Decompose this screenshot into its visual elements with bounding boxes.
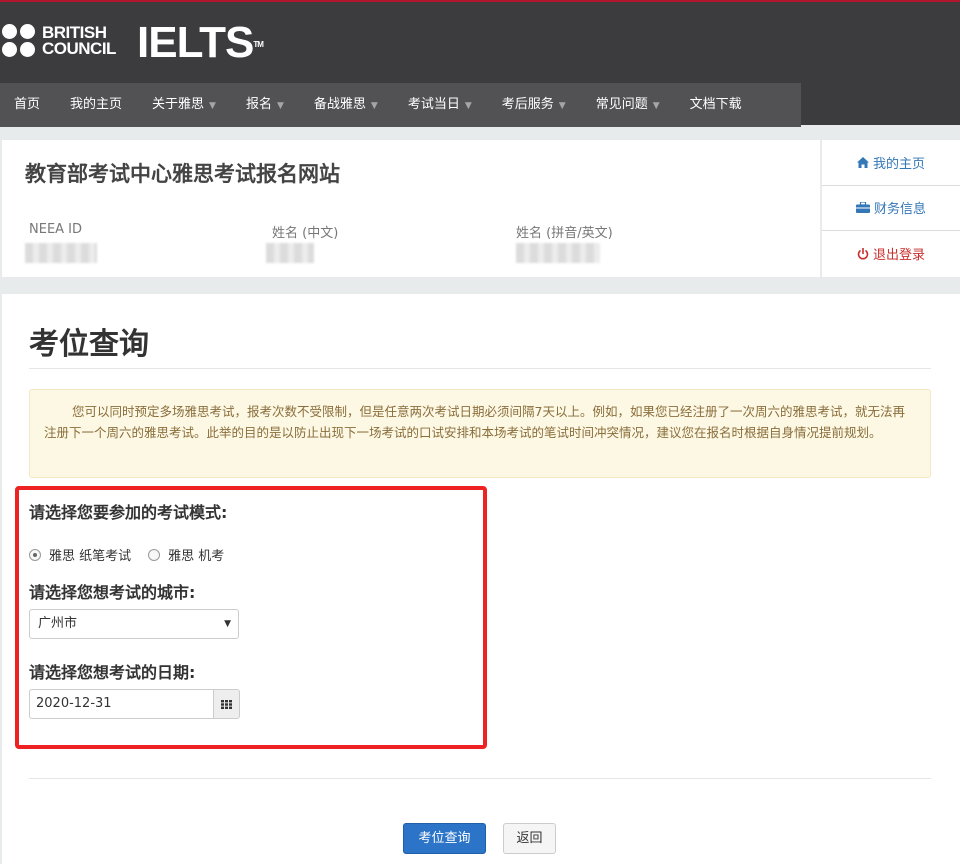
paper-based-label[interactable]: 雅思 纸笔考试 — [49, 545, 131, 564]
british-council-dots-icon — [2, 24, 36, 58]
calendar-button[interactable] — [213, 689, 240, 719]
nav-item-label: 文档下载 — [689, 97, 742, 112]
nav-item-5[interactable]: 考试当日 ▼ — [408, 83, 502, 127]
nav-item-label: 我的主页 — [70, 97, 123, 112]
neea-id-value-redacted — [25, 243, 97, 263]
date-input[interactable]: 2020-12-31 — [29, 689, 213, 719]
computer-based-label[interactable]: 雅思 机考 — [168, 545, 224, 564]
city-select[interactable]: 广州市 ▼ — [29, 609, 239, 639]
account-menu: 我的主页 财务信息 退出登录 — [822, 140, 960, 277]
nav-item-8[interactable]: 文档下载 — [690, 83, 756, 127]
british-council-wordmark: BRITISH COUNCIL — [42, 23, 116, 58]
site-header: BRITISH COUNCIL IELTSTM 首页 我的主页 关于雅思 ▼ 报名 ▼ 备战… — [0, 0, 960, 127]
calendar-grid-icon — [221, 699, 232, 709]
form-divider — [29, 778, 931, 779]
ielts-logo[interactable]: IELTSTM — [137, 21, 264, 65]
caret-down-icon: ▼ — [558, 101, 566, 111]
caret-down-icon: ▼ — [652, 101, 660, 111]
power-icon — [857, 247, 869, 260]
nav-item-label: 考试当日 — [407, 97, 460, 112]
neea-id-label: NEEA ID — [29, 222, 83, 237]
city-select-value: 广州市 — [38, 616, 78, 631]
finance-info-link[interactable]: 财务信息 — [822, 186, 960, 232]
page-title: 考位查询 — [29, 327, 149, 362]
nav-item-4[interactable]: 备战雅思 ▼ — [314, 83, 408, 127]
logout-label: 退出登录 — [872, 248, 925, 264]
back-button[interactable]: 返回 — [503, 823, 556, 854]
paper-based-radio[interactable] — [29, 548, 41, 561]
pinyin-name-label: 姓名 (拼音/英文) — [516, 226, 613, 241]
profile-card: 教育部考试中心雅思考试报名网站 NEEA ID 姓名 (中文) 姓名 (拼音/英… — [2, 140, 820, 277]
caret-down-icon: ▼ — [370, 101, 378, 111]
chevron-down-icon: ▼ — [224, 619, 231, 629]
nav-item-6[interactable]: 考后服务 ▼ — [502, 83, 596, 127]
nav-item-1[interactable]: 我的主页 — [70, 83, 152, 127]
title-divider — [29, 368, 931, 369]
city-label: 请选择您想考试的城市: — [29, 583, 196, 602]
computer-based-radio[interactable] — [148, 548, 161, 561]
date-label: 请选择您想考试的日期: — [29, 663, 196, 682]
home-icon — [856, 156, 869, 168]
nav-item-2[interactable]: 关于雅思 ▼ — [152, 83, 246, 127]
nav-item-label: 关于雅思 — [152, 97, 205, 112]
seat-search-button[interactable]: 考位查询 — [403, 823, 486, 854]
nav-item-0[interactable]: 首页 — [0, 83, 70, 127]
nav-item-label: 报名 — [245, 97, 272, 112]
nav-item-3[interactable]: 报名 ▼ — [246, 83, 314, 127]
main-nav: 首页 我的主页 关于雅思 ▼ 报名 ▼ 备战雅思 ▼ 考试当日 ▼ 考后服务 ▼ 常见问题 ▼ 文档下载 — [0, 83, 801, 127]
exam-mode-options: 雅思 纸笔考试 雅思 机考 — [29, 545, 224, 564]
caret-down-icon: ▼ — [464, 101, 472, 111]
exam-mode-label: 请选择您要参加的考试模式: — [29, 503, 228, 522]
chinese-name-value-redacted — [266, 243, 314, 263]
my-homepage-label: 我的主页 — [872, 156, 925, 172]
chinese-name-label: 姓名 (中文) — [272, 226, 339, 241]
caret-down-icon: ▼ — [209, 101, 216, 111]
seat-search-panel: 考位查询 您可以同时预定多场雅思考试，报考次数不受限制，但是任意两次考试日期必须… — [2, 294, 960, 864]
nav-item-7[interactable]: 常见问题 ▼ — [596, 83, 690, 127]
briefcase-icon — [855, 202, 870, 214]
british-council-logo[interactable]: BRITISH COUNCIL — [2, 24, 116, 58]
nav-item-label: 备战雅思 — [313, 97, 366, 112]
booking-notice: 您可以同时预定多场雅思考试，报考次数不受限制，但是任意两次考试日期必须间隔7天以… — [29, 389, 931, 478]
nav-item-label: 考后服务 — [501, 97, 554, 112]
nav-item-label: 首页 — [14, 97, 41, 112]
caret-down-icon: ▼ — [276, 101, 284, 111]
pinyin-name-value-redacted — [516, 243, 600, 263]
my-homepage-link[interactable]: 我的主页 — [822, 140, 960, 186]
site-title: 教育部考试中心雅思考试报名网站 — [25, 162, 340, 186]
finance-info-label: 财务信息 — [873, 202, 926, 218]
nav-item-label: 常见问题 — [595, 97, 648, 112]
logout-link[interactable]: 退出登录 — [822, 231, 960, 277]
